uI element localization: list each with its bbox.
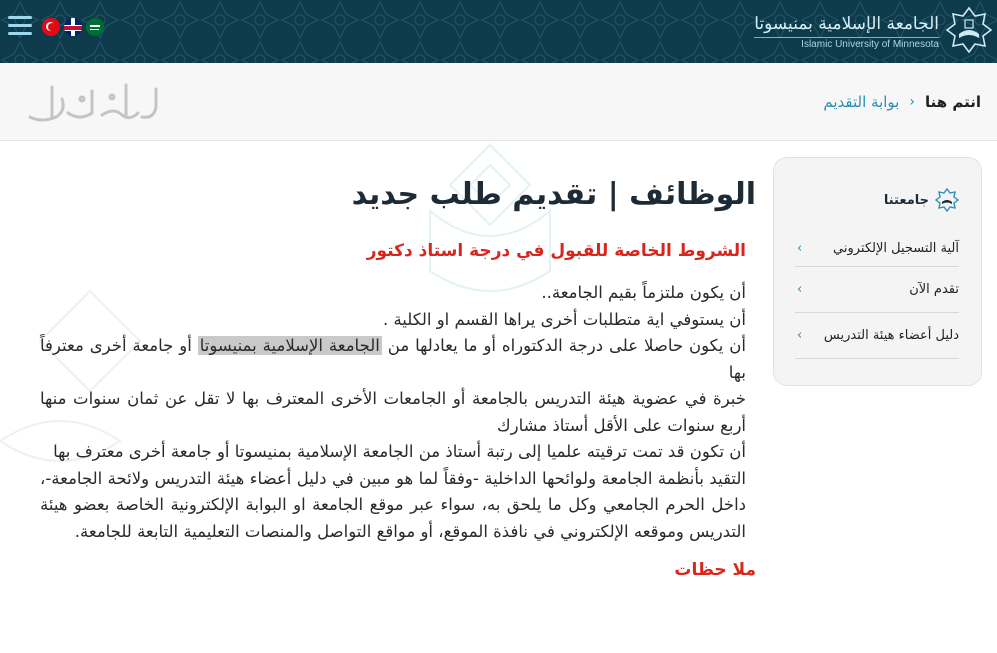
breadcrumb-bar: انتم هنا › بوابة التقديم <box>0 63 997 141</box>
chevron-left-icon: › <box>797 282 803 297</box>
sidebar-menu: آلية التسجيل الإلكتروني › تقدم الآن › دل… <box>795 231 959 359</box>
logo-arabic-name: الجامعة الإسلامية بمنيسوتا <box>754 13 939 34</box>
requirements-text: أن يكون ملتزماً بقيم الجامعة.. أن يستوفي… <box>40 280 746 545</box>
requirement-item: أن يكون ملتزماً بقيم الجامعة.. <box>541 283 746 302</box>
saudi-flag-icon[interactable] <box>86 18 104 36</box>
section-title: الشروط الخاصة للقبول في درجة استاذ دكتور <box>366 241 746 261</box>
language-switcher <box>42 18 104 36</box>
chevron-left-icon: › <box>797 328 803 343</box>
requirement-item: خبرة في عضوية هيئة التدريس بالجامعة أو ا… <box>40 389 746 435</box>
university-emblem-icon <box>945 6 993 54</box>
notes-title: ملا حظات <box>674 560 756 580</box>
breadcrumb-here: انتم هنا <box>924 93 981 111</box>
university-logo[interactable]: الجامعة الإسلامية بمنيسوتا Islamic Unive… <box>754 4 993 56</box>
requirement-item-degree: أن يكون حاصلا على درجة الدكتوراه أو ما ي… <box>40 333 746 386</box>
requirement-item: التقيد بأنظمة الجامعة ولوائحها الداخلية … <box>40 468 746 541</box>
breadcrumb-link-apply-portal[interactable]: بوابة التقديم <box>823 93 899 111</box>
uk-flag-icon[interactable] <box>64 18 82 36</box>
sidebar-item-faculty-guide[interactable]: دليل أعضاء هيئة التدريس › <box>795 313 959 359</box>
logo-english-name: Islamic University of Minnesota <box>754 36 939 50</box>
sidebar-item-label: تقدم الآن <box>909 282 959 297</box>
degree-text-before: أن يكون حاصلا على درجة الدكتوراه أو ما ي… <box>381 336 746 355</box>
chevron-left-icon: › <box>797 241 803 256</box>
hamburger-menu-icon[interactable] <box>8 16 32 38</box>
sidebar-title: جامعتنا <box>883 192 929 208</box>
requirement-item: أن تكون قد تمت ترقيته علميا إلى رتبة أست… <box>53 442 746 461</box>
chevron-left-icon: › <box>909 94 915 110</box>
top-header: الجامعة الإسلامية بمنيسوتا Islamic Unive… <box>0 0 997 63</box>
highlighted-university-name: الجامعة الإسلامية بمنيسوتا <box>197 336 382 355</box>
sidebar-header: جامعتنا <box>884 188 959 212</box>
requirement-item: أن يستوفي اية متطلبات أخرى يراها القسم ا… <box>382 309 746 329</box>
calligraphy-logo <box>28 83 158 122</box>
page-title: الوظائف | تقديم طلب جديد <box>351 177 756 212</box>
university-star-icon <box>935 188 959 212</box>
sidebar-item-label: دليل أعضاء هيئة التدريس <box>823 328 959 343</box>
sidebar-item-apply-now[interactable]: تقدم الآن › <box>795 267 959 313</box>
sidebar-item-label: آلية التسجيل الإلكتروني <box>833 241 959 256</box>
turkey-flag-icon[interactable] <box>42 18 60 36</box>
main-content: الوظائف | تقديم طلب جديد الشروط الخاصة ل… <box>40 170 756 583</box>
sidebar-item-e-registration[interactable]: آلية التسجيل الإلكتروني › <box>795 231 959 267</box>
sidebar: جامعتنا آلية التسجيل الإلكتروني › تقدم ا… <box>773 157 982 386</box>
breadcrumb: انتم هنا › بوابة التقديم <box>823 93 981 111</box>
